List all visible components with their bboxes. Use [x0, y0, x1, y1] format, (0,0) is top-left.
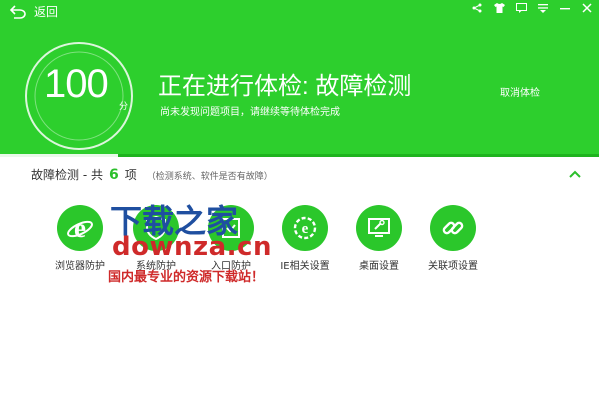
ie-icon: e [57, 205, 103, 251]
score-unit: 分 [119, 102, 129, 112]
svg-text:e: e [302, 221, 309, 237]
health-score: 100 [44, 62, 109, 106]
cancel-checkup-button[interactable]: 取消体检 [500, 84, 540, 99]
check-item-label: 关联项设置 [428, 261, 478, 272]
status-subtitle: 尚未发现问题项目，请继续等待体检完成 [160, 107, 340, 118]
shirt-icon[interactable] [493, 2, 505, 14]
item-count: 6 [108, 167, 119, 183]
desktop-settings-icon [356, 205, 402, 251]
link-icon [430, 205, 476, 251]
ie-settings-icon: e [282, 205, 328, 251]
chevron-up-icon[interactable] [568, 168, 582, 180]
watermark-domain: downza.cn [112, 232, 272, 262]
close-icon[interactable] [581, 2, 593, 14]
back-button[interactable]: 返回 [10, 3, 58, 20]
share-icon[interactable] [471, 2, 483, 14]
window-controls [471, 2, 593, 14]
section-suffix: 项 [124, 168, 137, 182]
menu-icon[interactable] [537, 2, 549, 14]
scan-progress-indicator [0, 154, 118, 157]
section-label: 故障检测 - 共 [31, 168, 103, 182]
section-note: （检测系统、软件是否有故障） [146, 172, 273, 182]
back-label: 返回 [34, 5, 59, 19]
back-arrow-icon [10, 4, 26, 19]
section-heading: 故障检测 - 共 6 项 （检测系统、软件是否有故障） [31, 166, 273, 183]
watermark-slogan: 国内最专业的资源下载站！ [108, 270, 265, 285]
minimize-icon[interactable] [559, 2, 571, 14]
svg-text:e: e [74, 214, 86, 242]
check-item-links[interactable]: 关联项设置 [408, 205, 498, 272]
page-title: 正在进行体检: 故障检测 [158, 73, 412, 100]
feedback-icon[interactable] [515, 2, 527, 14]
